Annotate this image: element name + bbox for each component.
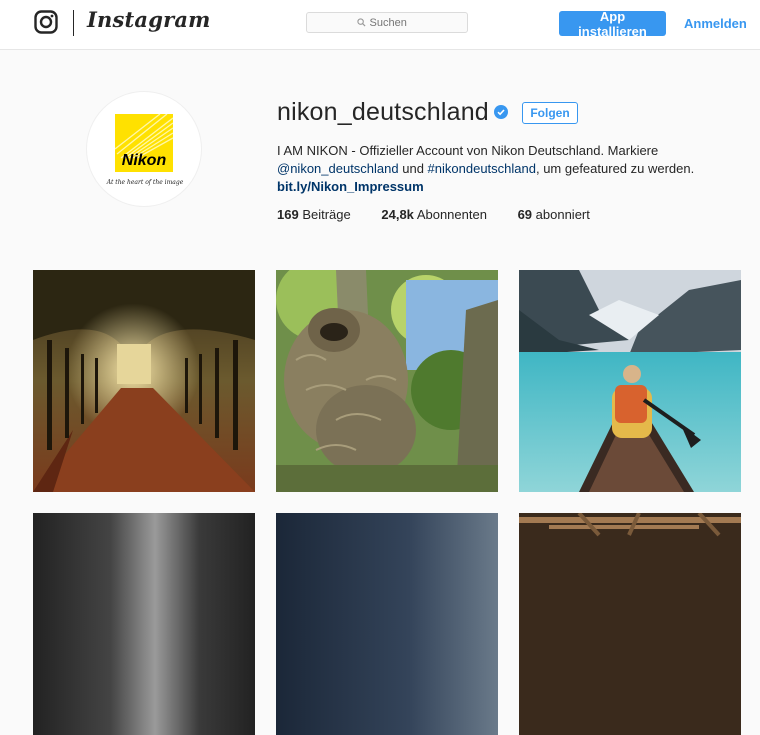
search-input[interactable] [369,16,418,29]
canoe-lake-photo [519,270,741,492]
following-label: abonniert [532,207,590,222]
install-app-button[interactable]: App installieren [559,9,666,39]
profile-username: nikon_deutschland [277,98,489,126]
nikon-brand-text: Nikon [121,152,167,169]
bio-line-1: I AM NIKON - Offizieller Account von Nik… [277,143,659,158]
dark-blur-photo [33,513,255,735]
followers-count: 24,8k [381,207,414,222]
wooden-ceiling-photo [519,513,741,735]
followers-label: Abonnenten [413,207,487,222]
following-count: 69 [517,207,533,222]
sloth-photo [276,270,498,492]
posts-stat: 169 Beiträge [277,207,351,222]
bio-line-2: @nikon_deutschland und #nikondeutschland… [277,160,717,178]
follow-button[interactable]: Folgen [522,102,578,124]
login-link[interactable]: Anmelden [684,16,747,31]
bio-connector: und [398,161,428,176]
profile-avatar[interactable]: Nikon At the heart of the image [86,91,202,207]
logo-divider [73,10,74,36]
verified-badge-icon [494,105,508,119]
search-icon [356,18,366,27]
instagram-wordmark[interactable]: Instagram [87,7,211,32]
autumn-alley-photo [33,270,255,492]
posts-count: 169 [277,207,299,222]
nikon-logo: Nikon [115,114,173,172]
website-link[interactable]: bit.ly/Nikon_Impressum [277,178,717,196]
following-stat[interactable]: 69 abonniert [518,207,590,222]
night-sky-photo [276,513,498,735]
hashtag-link[interactable]: #nikondeutschland [428,161,536,176]
top-nav-bar: Instagram App installieren Anmelden [0,0,760,50]
post-tile-autumn-alley[interactable] [33,270,255,492]
nikon-tagline: At the heart of the image [106,179,184,186]
mention-link[interactable]: @nikon_deutschland [277,161,399,176]
instagram-camera-icon[interactable] [34,10,58,34]
post-tile-sloth[interactable] [276,270,498,492]
posts-label: Beiträge [298,207,351,222]
profile-stats: 169 Beiträge 24,8k Abonnenten 69 abonnie… [277,207,617,222]
profile-bio: I AM NIKON - Offizieller Account von Nik… [277,142,717,196]
post-tile-canoe-lake[interactable] [519,270,741,492]
post-tile-dark-blur[interactable] [33,513,255,735]
bio-ending: , um gefeatured zu werden. [535,161,695,176]
followers-stat[interactable]: 24,8k Abonnenten [381,207,487,222]
post-tile-wooden-ceiling[interactable] [519,513,741,735]
search-box[interactable] [306,12,468,33]
post-tile-night-sky[interactable] [276,513,498,735]
